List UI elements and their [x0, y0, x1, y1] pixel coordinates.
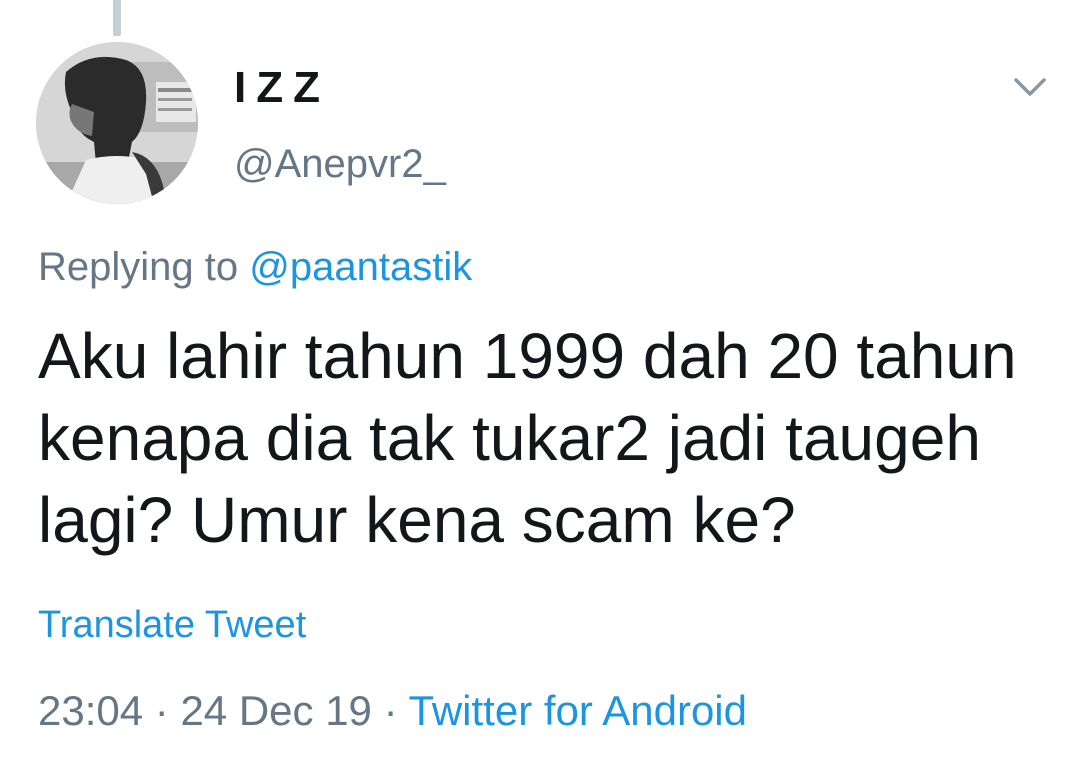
- replying-prefix: Replying to: [38, 245, 239, 289]
- user-handle[interactable]: @Anepvr2_: [234, 140, 446, 188]
- reply-target-link[interactable]: @paantastik: [249, 245, 472, 289]
- tweet-metadata: 23:04 · 24 Dec 19 · Twitter for Android: [38, 686, 747, 736]
- tweet-time[interactable]: 23:04: [38, 687, 143, 734]
- translate-tweet-link[interactable]: Translate Tweet: [38, 602, 306, 648]
- replying-to-line: Replying to @paantastik: [38, 243, 472, 291]
- display-name[interactable]: IZZ: [234, 62, 330, 114]
- separator: ·: [383, 687, 398, 734]
- tweet-text: Aku lahir tahun 1999 dah 20 tahun kenapa…: [38, 320, 1017, 556]
- tweet-date[interactable]: 24 Dec 19: [180, 687, 371, 734]
- thread-connector-line: [113, 0, 121, 36]
- chevron-down-icon[interactable]: [1008, 70, 1052, 106]
- tweet-source-link[interactable]: Twitter for Android: [409, 687, 747, 734]
- separator: ·: [154, 687, 169, 734]
- avatar-photo: [36, 42, 198, 204]
- avatar[interactable]: [36, 42, 198, 204]
